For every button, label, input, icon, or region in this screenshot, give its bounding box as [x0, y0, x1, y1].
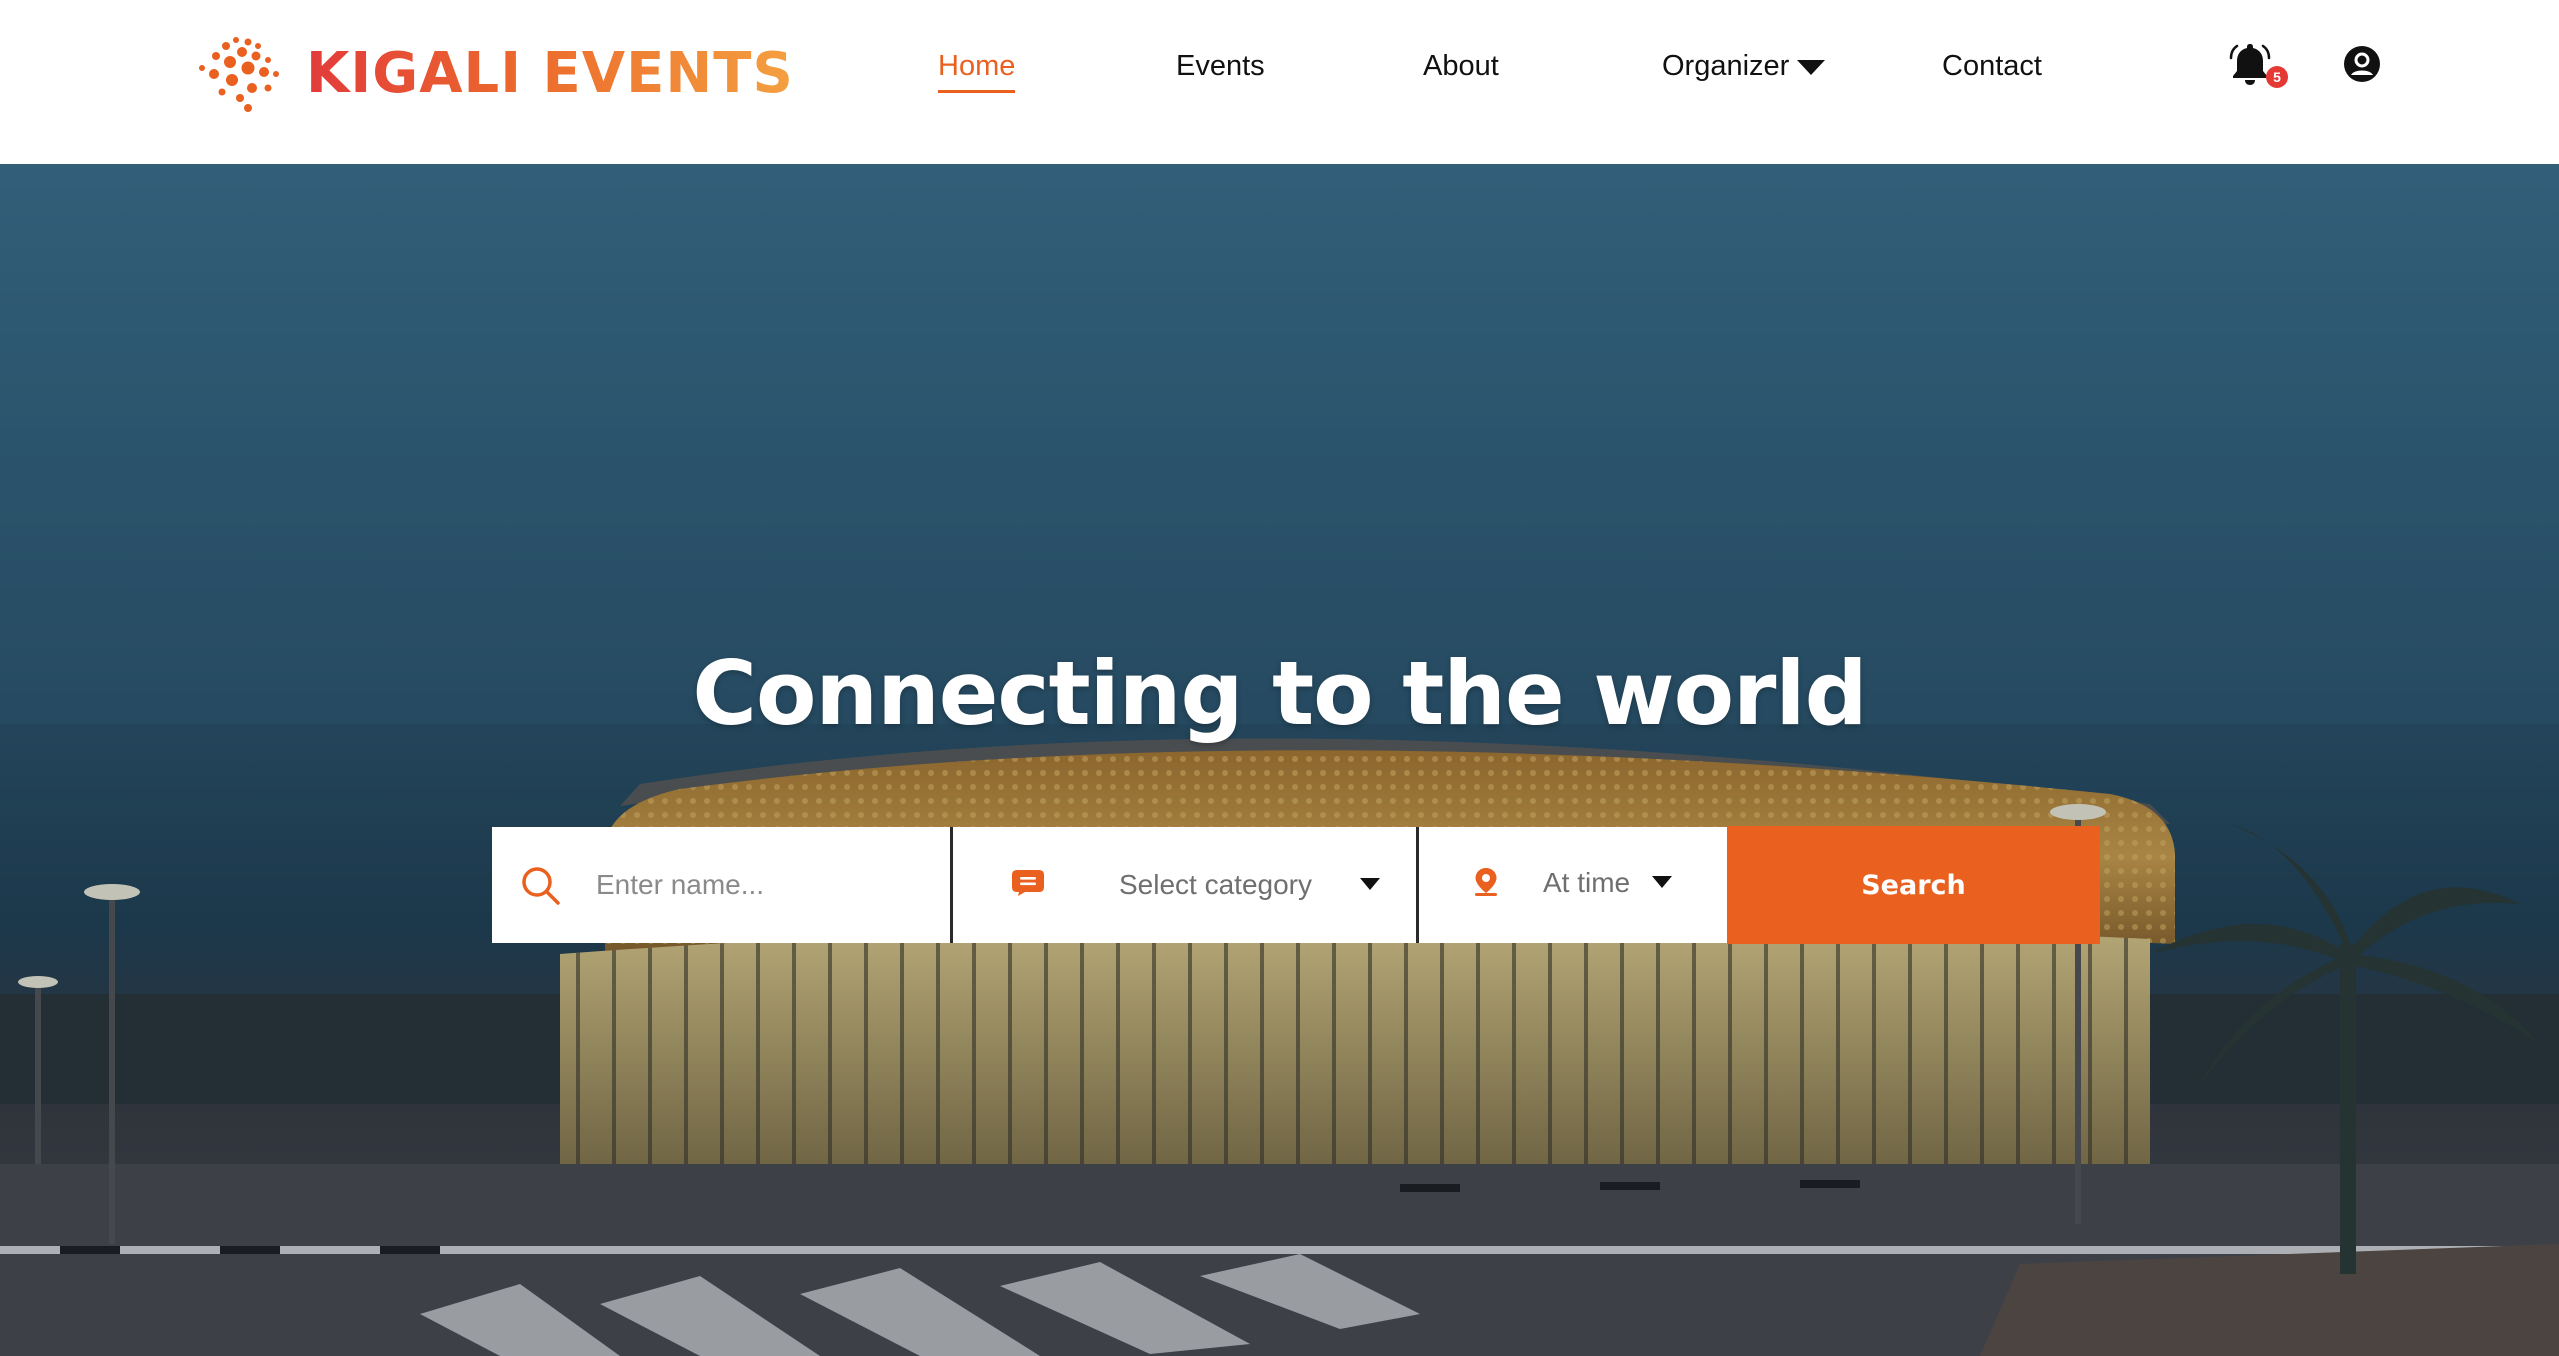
- event-search-bar: Select category At time Search: [492, 826, 2100, 944]
- category-select-value: Select category: [1119, 869, 1312, 900]
- hero-banner: Connecting to the world Easy to search,y…: [0, 164, 2559, 1356]
- name-search-field[interactable]: [492, 827, 953, 943]
- nav-contact[interactable]: Contact: [1942, 50, 2042, 83]
- notification-count-badge: 5: [2266, 66, 2288, 88]
- time-select-value: At time: [1543, 867, 1631, 898]
- brand-name: KIGALI EVENTS: [306, 41, 794, 106]
- caret-down-icon: [1652, 876, 1672, 888]
- nav-organizer-dropdown[interactable]: Organizer: [1662, 50, 1827, 83]
- notifications-button[interactable]: 5: [2226, 40, 2294, 92]
- search-icon: [522, 867, 560, 905]
- nav-events[interactable]: Events: [1176, 50, 1265, 83]
- category-select[interactable]: Select category: [953, 827, 1419, 943]
- caret-down-icon: [1360, 878, 1380, 890]
- nav-home[interactable]: Home: [938, 50, 1016, 93]
- time-select[interactable]: At time: [1419, 827, 1727, 943]
- nav-about[interactable]: About: [1423, 50, 1499, 83]
- brand-logo[interactable]: KIGALI EVENTS: [196, 34, 794, 114]
- dots-logo-icon: [199, 37, 279, 112]
- name-search-input[interactable]: [596, 861, 926, 909]
- chat-bubble-icon: [1012, 870, 1044, 896]
- search-button[interactable]: Search: [1727, 826, 2100, 944]
- nav-organizer-label: Organizer: [1662, 50, 1790, 82]
- chevron-down-icon: [1797, 59, 1826, 75]
- user-circle-icon[interactable]: [2342, 44, 2382, 84]
- top-header: KIGALI EVENTS Home Events About Organize…: [0, 0, 2559, 164]
- location-pin-icon: [1475, 868, 1497, 896]
- hero-background-image: [0, 164, 2559, 1356]
- hero-title: Connecting to the world: [692, 642, 1867, 745]
